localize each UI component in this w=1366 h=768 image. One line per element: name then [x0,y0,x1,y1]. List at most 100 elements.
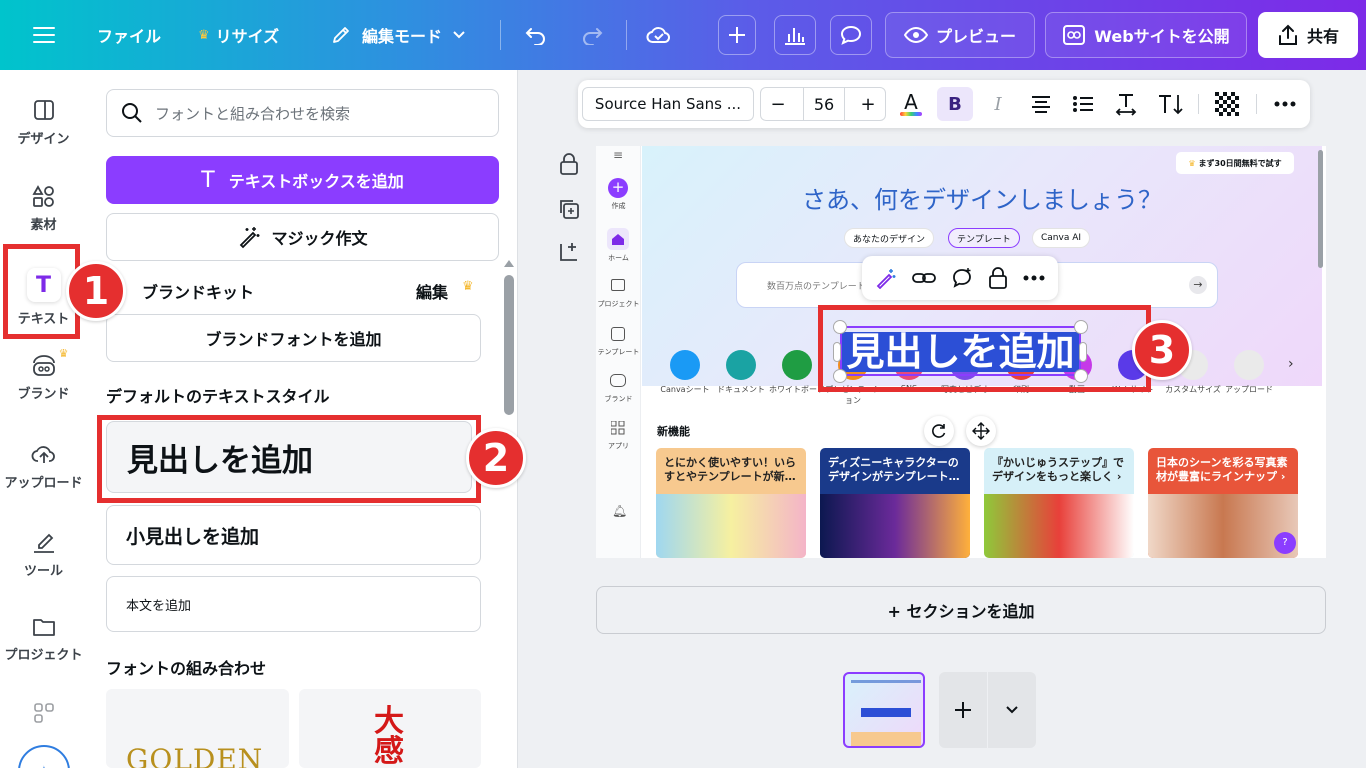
shapes-icon [31,184,56,208]
font-combo-card[interactable]: GOLDEN [106,689,289,768]
left-rail: デザイン 素材 T テキスト ♛ ブランド アップロード ツール プロジェクト … [0,70,87,768]
resize-handle[interactable] [833,320,847,334]
help-button: ? [1274,532,1296,554]
chevron-down-icon[interactable] [988,672,1036,748]
inner-side-label: テンプレート [597,348,640,356]
add-textbox-button[interactable]: T テキストボックスを追加 [106,156,499,204]
link-icon[interactable] [912,270,937,286]
rail-item-tools[interactable]: ツール [0,530,87,579]
menu-icon[interactable] [26,17,62,53]
resize-handle[interactable] [1074,320,1088,334]
add-icon[interactable] [718,15,756,55]
bold-button[interactable]: B [937,87,973,121]
resize-handle[interactable] [833,369,847,383]
rail-item-apps[interactable] [0,702,87,724]
font-size-field[interactable]: 56 [803,87,845,121]
category-item: ドキュメント [711,350,771,395]
tab-canva-ai: Canva AI [1032,228,1091,248]
rail-item-brand[interactable]: ♛ ブランド [0,347,87,402]
font-combo-card[interactable]: 大感 [299,689,481,768]
add-brand-font-button[interactable]: ブランドフォントを追加 [106,314,481,362]
category-item: アップロード [1219,350,1279,395]
pen-tool-icon [31,530,57,554]
add-page-button[interactable] [939,672,987,748]
rail-item-design[interactable]: デザイン [0,98,87,147]
crown-icon: ♛ [1188,158,1196,168]
move-icon[interactable] [966,416,996,446]
home-icon [607,228,629,250]
hero-title: さあ、何をデザインしましょう？ [802,186,1162,214]
add-heading-button[interactable]: 見出しを追加 [106,421,472,493]
more-options-icon[interactable] [1023,275,1045,281]
duplicate-icon[interactable] [558,198,580,220]
align-center-icon[interactable] [1026,87,1056,121]
feature-card: ディズニーキャラクターのデザインがテンプレート… [820,448,970,558]
inner-sidebar: ≡ + 作成 ホーム プロジェクト テンプレート ブランド アプリ 🔔︎ [596,146,641,558]
folder-icon [32,616,56,638]
rotate-icon[interactable] [924,416,954,446]
comment-icon[interactable] [830,15,872,55]
resize-handle[interactable] [833,342,841,362]
text-color-icon[interactable]: A [896,87,926,121]
cloud-upload-icon [31,442,57,466]
canva-ai-icon[interactable]: ✦ [18,745,70,768]
add-subheading-button[interactable]: 小見出しを追加 [106,505,481,565]
publish-website-button[interactable]: Webサイトを公開 [1045,12,1247,58]
resize-handle[interactable] [1079,342,1087,362]
file-menu[interactable]: ファイル [97,0,161,70]
resize-button[interactable]: ♛ リサイズ [198,0,279,70]
cloud-saved-icon[interactable] [641,17,677,53]
crown-icon: ♛ [198,27,210,43]
font-combinations-heading: フォントの組み合わせ [106,659,267,678]
more-options-icon[interactable] [1270,87,1300,121]
vertical-text-icon[interactable] [1154,87,1188,121]
redo-icon[interactable] [574,17,610,53]
layout-icon [32,98,56,122]
brand-kit-edit-link[interactable]: 編集 ♛ [416,279,474,303]
transparency-icon[interactable] [1212,87,1242,121]
bell-icon: 🔔︎ [612,504,628,518]
step-badge-2: 2 [466,428,526,488]
bullet-list-icon[interactable] [1068,87,1098,121]
letter-spacing-icon[interactable] [1111,87,1141,121]
magic-write-button[interactable]: マジック作文 [106,213,499,261]
text-t-icon: T [201,167,215,193]
font-search-input[interactable]: フォントと組み合わせを検索 [106,89,499,137]
rail-item-elements[interactable]: 素材 [0,184,87,233]
page-thumbnail[interactable] [843,672,925,748]
chevron-down-icon [452,30,466,40]
rail-item-upload[interactable]: アップロード [0,442,87,491]
magic-wand-icon[interactable] [875,267,897,289]
lock-icon[interactable] [558,152,580,176]
text-panel: フォントと組み合わせを検索 T テキストボックスを追加 マジック作文 ブランドキ… [87,70,518,768]
add-section-button[interactable]: + セクションを追加 [596,586,1326,634]
scroll-up-arrow-icon[interactable] [504,260,514,267]
lock-icon[interactable] [988,267,1008,289]
italic-button[interactable]: I [983,87,1013,121]
add-page-icon[interactable] [558,240,580,262]
font-size-decrease-button[interactable]: − [763,87,793,121]
resize-handle[interactable] [1074,369,1088,383]
edit-mode-dropdown[interactable]: 編集モード [330,0,466,70]
web-icon [1062,24,1086,46]
insights-chart-icon[interactable] [774,15,816,55]
free-trial-button: ♛ まず30日間無料で試す [1176,152,1294,174]
comment-add-icon[interactable] [951,267,973,289]
share-button[interactable]: 共有 [1258,12,1358,58]
preview-button[interactable]: プレビュー [885,12,1035,58]
tab-templates: テンプレート [948,228,1020,248]
layout-icon [611,327,625,341]
whats-new-heading: 新機能 [657,425,690,438]
inner-side-label: アプリ [608,442,629,450]
rail-item-projects[interactable]: プロジェクト [0,616,87,663]
font-size-increase-button[interactable]: + [853,87,883,121]
add-body-text-button[interactable]: 本文を追加 [106,576,481,632]
crown-icon: ♛ [58,347,69,360]
default-text-styles-heading: デフォルトのテキストスタイル [106,387,330,406]
inner-side-label: 作成 [611,202,626,210]
panel-scrollbar[interactable] [504,275,514,415]
selected-heading-element[interactable]: 見出しを追加 [840,326,1081,376]
font-family-dropdown[interactable]: Source Han Sans ... [582,87,754,121]
undo-icon[interactable] [518,17,554,53]
create-plus-icon: + [608,178,628,198]
